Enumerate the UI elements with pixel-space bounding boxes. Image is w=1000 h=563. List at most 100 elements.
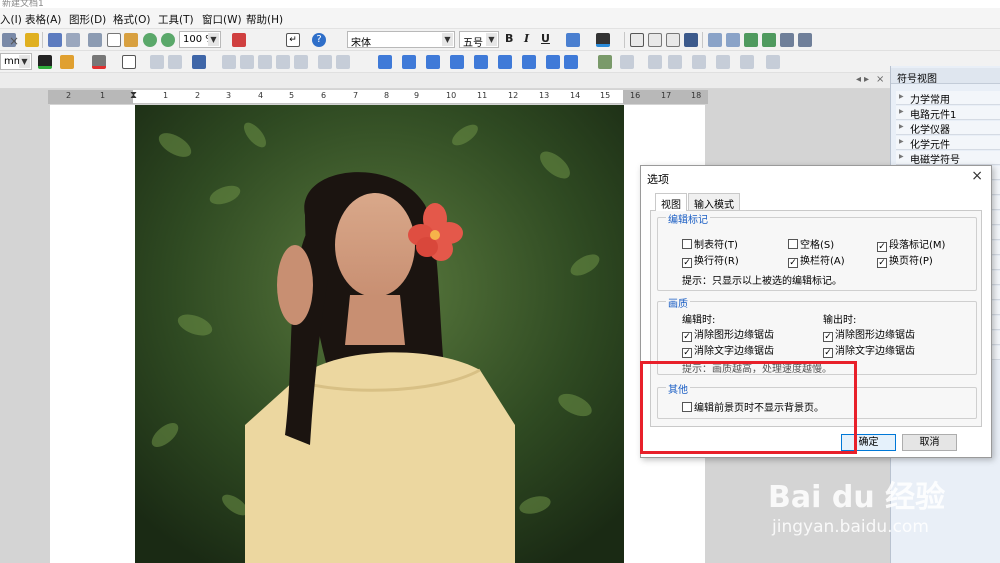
cell-icon[interactable] [336,55,350,69]
menu-table[interactable]: 表格(A) [25,12,61,27]
layer-icon[interactable] [692,55,706,69]
align-right-icon[interactable] [666,33,680,47]
insert-icon[interactable] [48,33,62,47]
font-color-icon[interactable] [596,33,610,47]
draw-icon[interactable] [88,33,102,47]
align-object-icon[interactable] [402,55,416,69]
font-family-select[interactable]: 宋体 ▼ [347,31,455,48]
frame-icon[interactable] [168,55,182,69]
zoom-select[interactable]: 100 % ▼ [179,31,221,48]
symbol-category-chem-elements[interactable]: 化学元件 [896,136,1000,151]
checkbox-paragraph-mark[interactable]: ✓ 段落标记(M) [877,236,945,252]
symbol-category-circuit[interactable]: 电路元件1 [896,106,1000,121]
align-object-icon[interactable] [378,55,392,69]
cell-icon[interactable] [318,55,332,69]
line-spacing-icon[interactable] [780,33,794,47]
table-icon[interactable] [66,33,80,47]
hand-icon[interactable] [124,33,138,47]
scroll-left-icon[interactable]: ◂ [856,74,861,85]
horizontal-ruler[interactable]: ⧗ 2 1 1 2 3 4 5 6 7 8 9 10 11 12 13 14 1… [48,90,708,104]
help-icon[interactable]: ? [312,33,326,47]
layer-icon[interactable] [716,55,730,69]
menu-insert[interactable]: 入(I) [0,12,22,27]
group-icon[interactable] [598,55,612,69]
line-style-icon[interactable] [60,55,74,69]
menu-tools[interactable]: 工具(T) [158,12,194,27]
format-painter-icon[interactable] [25,33,39,47]
align-object-icon[interactable] [498,55,512,69]
italic-button[interactable]: I [524,32,529,45]
insert-picture-icon[interactable] [232,33,246,47]
checkbox-output-antialias-text[interactable]: ✓ 消除文字边缘锯齿 [823,342,915,358]
inserted-photo[interactable] [135,105,624,563]
ungroup-icon[interactable] [620,55,634,69]
layer-icon[interactable] [766,55,780,69]
indent-marker-icon[interactable]: ⧗ [130,90,137,101]
cell-icon[interactable] [258,55,272,69]
frame-icon[interactable] [150,55,164,69]
cell-icon[interactable] [240,55,254,69]
align-object-icon[interactable] [450,55,464,69]
chevron-down-icon: ▼ [208,33,219,46]
scroll-right-icon[interactable]: ▸ [864,74,869,85]
checkbox-tab-char[interactable]: 制表符(T) [682,236,738,251]
text-box-icon[interactable] [122,55,136,69]
bullet-list-icon[interactable] [708,33,722,47]
symbol-category-chem-instruments[interactable]: 化学仪器 [896,121,1000,136]
layer-icon[interactable] [740,55,754,69]
align-object-icon[interactable] [426,55,440,69]
align-left-icon[interactable] [630,33,644,47]
paragraph-spacing-icon[interactable] [798,33,812,47]
output-label: 输出时: [823,315,857,326]
checkbox-edit-antialias-shapes[interactable]: ✓ 消除图形边缘锯齿 [682,326,774,342]
checkbox-page-break[interactable]: ✓ 换页符(P) [877,252,933,268]
menu-window[interactable]: 窗口(W) [202,12,242,27]
menu-help[interactable]: 帮助(H) [246,12,283,27]
symbol-category-mechanics[interactable]: 力学常用 [896,91,1000,106]
zoom-out-icon[interactable] [161,33,175,47]
justify-icon[interactable] [684,33,698,47]
unit-select[interactable]: mm ▼ [0,53,32,70]
cell-icon[interactable] [222,55,236,69]
indent-increase-icon[interactable] [762,33,776,47]
tab-input-mode[interactable]: 输入模式 [688,193,740,211]
menu-graphics[interactable]: 图形(D) [69,12,106,27]
cell-icon[interactable] [294,55,308,69]
cancel-button[interactable]: 取消 [902,434,957,451]
checkbox-edit-antialias-text[interactable]: ✓ 消除文字边缘锯齿 [682,342,774,358]
layer-icon[interactable] [648,55,662,69]
indent-decrease-icon[interactable] [744,33,758,47]
close-document-icon[interactable]: × [876,74,884,85]
checkbox-output-antialias-shapes[interactable]: ✓ 消除图形边缘锯齿 [823,326,915,342]
fill-color-icon[interactable] [92,55,106,69]
numbered-list-icon[interactable] [726,33,740,47]
table-insert-icon[interactable] [192,55,206,69]
align-object-icon[interactable] [546,55,560,69]
align-object-icon[interactable] [474,55,488,69]
ruler-label: 5 [289,91,295,100]
align-object-icon[interactable] [522,55,536,69]
bold-button[interactable]: B [505,32,513,45]
group-quality-title: 画质 [666,295,690,310]
close-icon[interactable]: × [971,168,983,184]
paragraph-icon[interactable]: ↵ [286,33,300,47]
group-edit-marks: 编辑标记 制表符(T) 空格(S) ✓ 段落标记(M) ✓ 换行符(R) ✓ 换栏符(… [657,211,977,291]
checkbox-line-break[interactable]: ✓ 换行符(R) [682,252,739,268]
cell-icon[interactable] [276,55,290,69]
align-object-icon[interactable] [564,55,578,69]
underline-button[interactable]: U [541,32,550,45]
delete-icon[interactable]: × [9,34,23,48]
window-titlebar: 新建文档1 [0,0,1000,8]
symbol-category-electromagnetism[interactable]: 电磁学符号 [896,151,1000,166]
highlight-icon[interactable] [566,33,580,47]
grid-icon[interactable] [107,33,121,47]
font-size-select[interactable]: 五号 ▼ [459,31,499,48]
zoom-in-icon[interactable] [143,33,157,47]
line-color-icon[interactable] [38,55,52,69]
menu-format[interactable]: 格式(O) [113,12,150,27]
layer-icon[interactable] [668,55,682,69]
align-center-icon[interactable] [648,33,662,47]
checkbox-column-break[interactable]: ✓ 换栏符(A) [788,252,845,268]
tab-view[interactable]: 视图 [655,193,687,211]
checkbox-space[interactable]: 空格(S) [788,236,834,251]
